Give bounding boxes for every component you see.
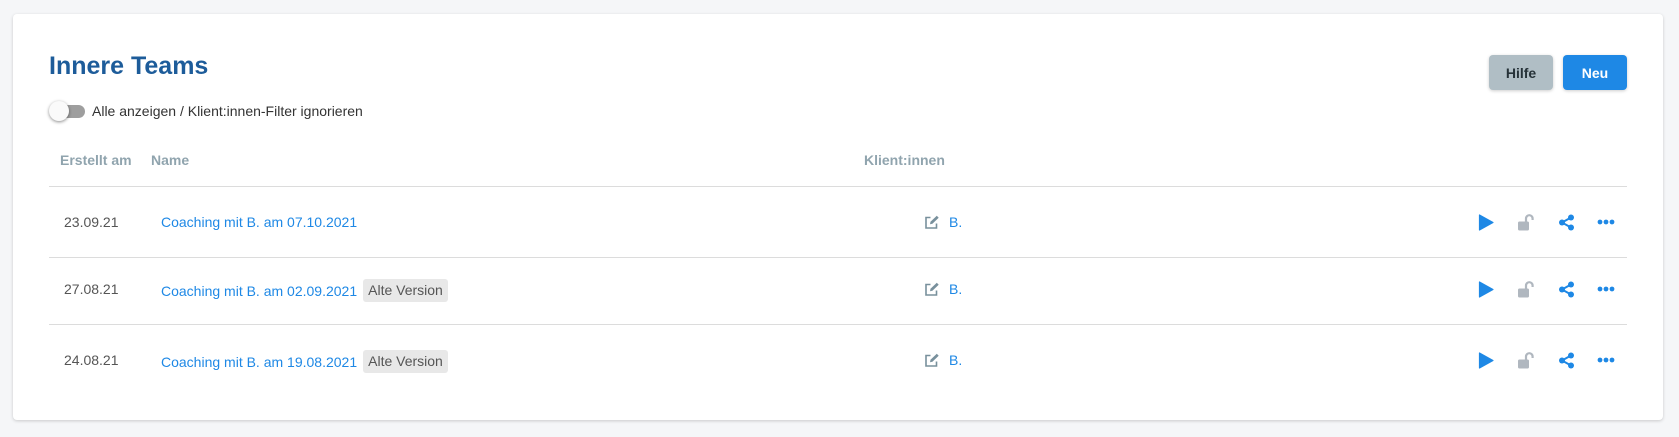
client-link[interactable]: B. bbox=[949, 351, 962, 369]
column-header-clients: Klient:innen bbox=[864, 152, 945, 168]
column-header-name[interactable]: Name bbox=[151, 152, 189, 168]
help-button[interactable]: Hilfe bbox=[1489, 55, 1553, 90]
row-actions bbox=[1466, 210, 1626, 234]
team-name-link[interactable]: Coaching mit B. am 02.09.2021 bbox=[161, 282, 357, 300]
share-icon[interactable] bbox=[1546, 277, 1586, 301]
client-cell: B. bbox=[924, 280, 962, 298]
table-row: 23.09.21 Coaching mit B. am 07.10.2021 B… bbox=[49, 187, 1627, 258]
unlock-icon[interactable] bbox=[1506, 348, 1546, 372]
share-icon[interactable] bbox=[1546, 210, 1586, 234]
more-icon[interactable] bbox=[1586, 348, 1626, 372]
table-row: 27.08.21 Coaching mit B. am 02.09.2021 A… bbox=[49, 254, 1627, 325]
client-cell: B. bbox=[924, 213, 962, 231]
show-all-toggle[interactable] bbox=[49, 101, 85, 121]
client-link[interactable]: B. bbox=[949, 280, 962, 298]
column-header-created[interactable]: Erstellt am bbox=[60, 152, 132, 168]
row-actions bbox=[1466, 277, 1626, 301]
share-icon[interactable] bbox=[1546, 348, 1586, 372]
more-icon[interactable] bbox=[1586, 210, 1626, 234]
table-header: Erstellt am Name Klient:innen bbox=[49, 138, 1627, 187]
client-link[interactable]: B. bbox=[949, 213, 962, 231]
client-cell: B. bbox=[924, 351, 962, 369]
name-cell: Coaching mit B. am 02.09.2021 Alte Versi… bbox=[161, 279, 448, 302]
name-cell: Coaching mit B. am 07.10.2021 bbox=[161, 213, 357, 231]
edit-icon[interactable] bbox=[924, 353, 940, 368]
name-cell: Coaching mit B. am 19.08.2021 Alte Versi… bbox=[161, 350, 448, 373]
play-icon[interactable] bbox=[1466, 348, 1506, 372]
created-date: 23.09.21 bbox=[64, 214, 119, 230]
filter-toggle-row: Alle anzeigen / Klient:innen-Filter igno… bbox=[49, 100, 363, 122]
edit-icon[interactable] bbox=[924, 282, 940, 297]
unlock-icon[interactable] bbox=[1506, 210, 1546, 234]
toggle-knob bbox=[49, 101, 69, 121]
more-icon[interactable] bbox=[1586, 277, 1626, 301]
team-name-link[interactable]: Coaching mit B. am 07.10.2021 bbox=[161, 213, 357, 231]
play-icon[interactable] bbox=[1466, 277, 1506, 301]
new-button[interactable]: Neu bbox=[1563, 55, 1627, 90]
toggle-label: Alle anzeigen / Klient:innen-Filter igno… bbox=[92, 103, 363, 119]
old-version-badge: Alte Version bbox=[363, 350, 448, 373]
page-title: Innere Teams bbox=[49, 52, 209, 80]
old-version-badge: Alte Version bbox=[363, 279, 448, 302]
table-row: 24.08.21 Coaching mit B. am 19.08.2021 A… bbox=[49, 325, 1627, 395]
content-card: Innere Teams Alle anzeigen / Klient:inne… bbox=[13, 14, 1663, 420]
created-date: 27.08.21 bbox=[64, 281, 119, 297]
play-icon[interactable] bbox=[1466, 210, 1506, 234]
edit-icon[interactable] bbox=[924, 215, 940, 230]
created-date: 24.08.21 bbox=[64, 352, 119, 368]
row-actions bbox=[1466, 348, 1626, 372]
team-name-link[interactable]: Coaching mit B. am 19.08.2021 bbox=[161, 353, 357, 371]
unlock-icon[interactable] bbox=[1506, 277, 1546, 301]
